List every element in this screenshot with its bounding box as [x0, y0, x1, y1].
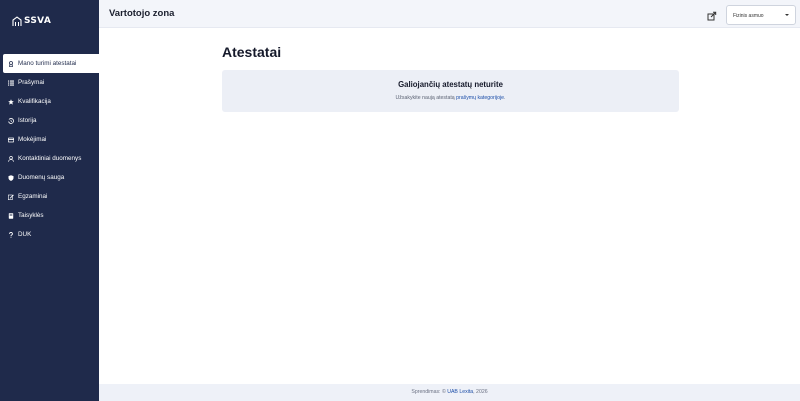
empty-state-card: Galiojančių atestatų neturite Užsakykite… — [222, 70, 679, 112]
chevron-down-icon — [785, 14, 789, 16]
footer-prefix: Sprendimas: © — [411, 389, 446, 395]
sidebar-item-istorija[interactable]: Istorija — [0, 111, 99, 130]
badge-icon — [8, 60, 14, 67]
sidebar-item-egzaminai[interactable]: Egzaminai — [0, 187, 99, 206]
empty-state-text: Užsakykite naują atestatą prašymų katego… — [222, 95, 679, 101]
footer: Sprendimas: © UAB Lexita, 2026 — [99, 384, 800, 401]
sidebar-item-taisykles[interactable]: Taisyklės — [0, 206, 99, 225]
sidebar-item-label: Egzaminai — [18, 193, 48, 200]
empty-state-heading: Galiojančių atestatų neturite — [398, 80, 503, 89]
sidebar-item-label: Kontaktiniai duomenys — [18, 155, 82, 162]
sidebar-item-duk[interactable]: DUK — [0, 225, 99, 244]
user-icon — [8, 155, 14, 162]
top-bar: Vartotojo zona Fizinis asmuo — [99, 0, 800, 28]
sidebar: SSVA Mano turimi atestatai Prašymai Kval… — [0, 0, 99, 401]
logo[interactable]: SSVA — [0, 0, 99, 42]
sidebar-item-label: Kvalifikacija — [18, 98, 51, 105]
sidebar-item-label: DUK — [18, 231, 32, 238]
edit-icon — [8, 194, 14, 200]
book-icon — [8, 212, 14, 219]
page-title: Atestatai — [222, 44, 282, 60]
share-icon — [707, 11, 717, 21]
sidebar-item-prasymai[interactable]: Prašymai — [0, 73, 99, 92]
sidebar-nav: Mano turimi atestatai Prašymai Kvalifika… — [0, 54, 99, 244]
sidebar-item-label: Mano turimi atestatai — [18, 60, 77, 67]
star-icon — [8, 98, 14, 105]
card-icon — [8, 137, 14, 143]
shield-icon — [8, 174, 14, 181]
footer-year: , 2026 — [473, 389, 488, 395]
sidebar-item-mano-turimi-atestatai[interactable]: Mano turimi atestatai — [3, 54, 99, 73]
logo-text: SSVA — [24, 16, 52, 26]
question-icon — [8, 231, 14, 238]
empty-state-text-before: Užsakykite naują atestatą — [395, 95, 455, 101]
sidebar-item-kontaktiniai-duomenys[interactable]: Kontaktiniai duomenys — [0, 149, 99, 168]
logo-icon — [12, 15, 22, 26]
share-button[interactable] — [707, 8, 717, 21]
empty-state-text-after: . — [504, 95, 506, 101]
sidebar-item-label: Prašymai — [18, 79, 45, 86]
user-type-select-value: Fizinis asmuo — [733, 13, 764, 19]
user-type-select[interactable]: Fizinis asmuo — [726, 5, 796, 25]
list-icon — [8, 80, 14, 86]
main-content: Atestatai Galiojančių atestatų neturite … — [99, 28, 800, 384]
page-header-title: Vartotojo zona — [109, 8, 175, 19]
sidebar-item-kvalifikacija[interactable]: Kvalifikacija — [0, 92, 99, 111]
requests-category-link[interactable]: prašymų kategorijoje — [456, 95, 504, 101]
sidebar-item-duomenu-sauga[interactable]: Duomenų sauga — [0, 168, 99, 187]
sidebar-item-mokejimai[interactable]: Mokėjimai — [0, 130, 99, 149]
sidebar-item-label: Duomenų sauga — [18, 174, 65, 181]
sidebar-item-label: Istorija — [18, 117, 37, 124]
sidebar-item-label: Mokėjimai — [18, 136, 47, 143]
sidebar-item-label: Taisyklės — [18, 212, 44, 219]
footer-company-link[interactable]: UAB Lexita — [447, 389, 473, 395]
history-icon — [8, 117, 14, 124]
